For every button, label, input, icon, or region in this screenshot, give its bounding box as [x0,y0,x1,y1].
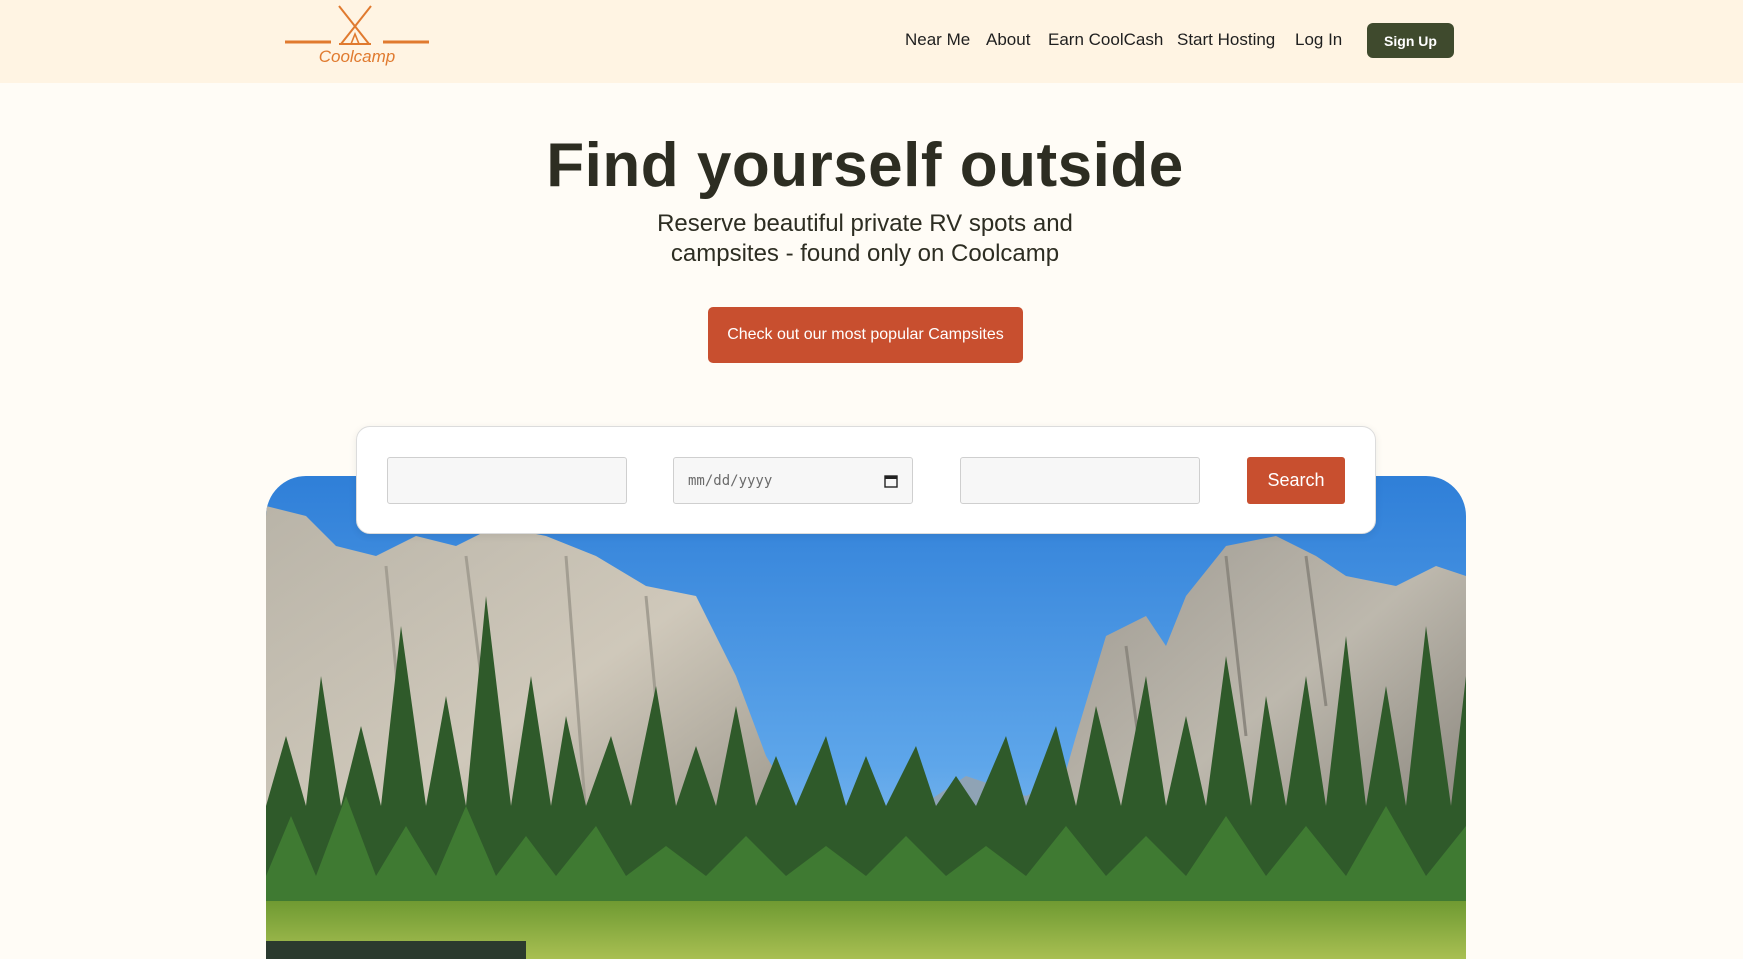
hero-subtitle: Reserve beautiful private RV spots and c… [615,209,1115,269]
hero-subtitle-line2: campsites - found only on Coolcamp [670,240,1060,267]
valley-landscape-image [266,476,1466,959]
calendar-icon[interactable] [884,474,898,488]
nav-about[interactable]: About [986,30,1030,50]
site-header: Coolcamp Near Me About Earn CoolCash Sta… [0,0,1743,83]
nav-start-hosting[interactable]: Start Hosting [1177,30,1275,50]
date-input[interactable]: mm/dd/yyyy [673,457,913,504]
page-title: Find yourself outside [546,131,1184,200]
location-input[interactable] [387,457,627,504]
logo-wordmark: Coolcamp [318,47,396,66]
nav-near-me[interactable]: Near Me [905,30,970,50]
teepee-logo-icon [285,5,429,45]
popular-campsites-button[interactable]: Check out our most popular Campsites [708,307,1023,363]
coolcamp-logo[interactable]: Coolcamp [283,4,431,72]
date-placeholder: mm/dd/yyyy [688,472,773,489]
search-button[interactable]: Search [1247,457,1345,504]
guests-input[interactable] [960,457,1200,504]
hero-subtitle-line1: Reserve beautiful private RV spots and [657,210,1073,237]
search-panel: mm/dd/yyyy Search [356,426,1376,534]
nav-earn-coolcash[interactable]: Earn CoolCash [1048,30,1163,50]
sign-up-button[interactable]: Sign Up [1367,23,1454,58]
nav-log-in[interactable]: Log In [1295,30,1342,50]
